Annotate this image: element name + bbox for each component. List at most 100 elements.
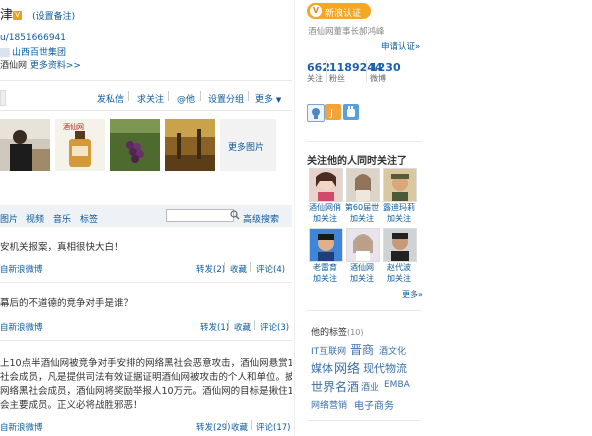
feed-item-3-line-1: 上10点半酒仙网被竞争对手安排的网络黑社会恶意攻击，酒仙网悬赏100 bbox=[0, 358, 292, 369]
divider bbox=[0, 340, 292, 341]
ask-follow-button[interactable]: 求关注 bbox=[137, 92, 164, 105]
follow-person-4-add[interactable]: 加关注 bbox=[305, 273, 345, 284]
photo-thumb-4[interactable] bbox=[165, 119, 215, 171]
feed-item-2-repost[interactable]: 转发(1) bbox=[200, 321, 229, 333]
feed-item-3-source[interactable]: 自新浪微博 bbox=[0, 421, 43, 433]
tags-title: 他的标签(10) bbox=[311, 325, 363, 338]
tag-link[interactable]: EMBA bbox=[384, 380, 410, 390]
more-people-link[interactable]: 更多» bbox=[402, 289, 423, 300]
photo-thumb-3[interactable] bbox=[110, 119, 160, 171]
divider bbox=[224, 262, 225, 272]
more-actions-label: 更多 bbox=[255, 95, 274, 105]
set-remark-link[interactable]: (设置备注) bbox=[32, 12, 75, 22]
feed-item-3-collect[interactable]: 收藏 bbox=[231, 421, 248, 433]
tag-link[interactable]: 电子商务 bbox=[354, 397, 394, 412]
advanced-search-link[interactable]: 高级搜索 bbox=[243, 212, 279, 225]
avatar[interactable] bbox=[383, 228, 417, 262]
follow-person-1-name[interactable]: 酒仙网俏 bbox=[305, 202, 345, 213]
tag-link[interactable]: 世界名酒 bbox=[311, 378, 359, 395]
feed-item-2-source[interactable]: 自新浪微博 bbox=[0, 321, 43, 333]
profile-url[interactable]: u/1851666941 bbox=[0, 33, 66, 43]
tag-link[interactable]: 网络营销 bbox=[311, 398, 347, 411]
more-info-link[interactable]: 更多资料>> bbox=[30, 61, 81, 71]
tab-tags[interactable]: 标签 bbox=[80, 212, 98, 225]
follow-person-2-add[interactable]: 加关注 bbox=[342, 213, 382, 224]
avatar[interactable] bbox=[346, 168, 380, 202]
feed-item-1-repost[interactable]: 转发(2) bbox=[196, 263, 225, 275]
feed-item-2-text: 幕后的不道德的竞争对手是谁？ bbox=[0, 298, 134, 309]
follow-person-6-add[interactable]: 加关注 bbox=[379, 273, 419, 284]
divider bbox=[168, 91, 169, 101]
tag-link[interactable]: 晋商 bbox=[350, 341, 374, 358]
follow-person-1-add[interactable]: 加关注 bbox=[305, 213, 345, 224]
sidebar: V 新浪认证 酒仙网董事长郝鸿峰 申请认证» 662 关注 1189244 粉丝… bbox=[298, 0, 592, 436]
feed-item-1-source[interactable]: 自新浪微博 bbox=[0, 263, 43, 275]
feed-item-1-text: 安机关报案，真相很快大白！ bbox=[0, 242, 124, 253]
company-icon bbox=[0, 48, 10, 57]
profile-company-row: 山西百世集团 bbox=[0, 45, 66, 58]
message-button[interactable]: 发私信 bbox=[97, 92, 124, 105]
photo-grapes-image bbox=[110, 119, 160, 171]
tag-link[interactable]: 现代物流 bbox=[363, 360, 407, 376]
divider bbox=[128, 91, 129, 101]
follow-person-5-name[interactable]: 酒仙网 bbox=[342, 262, 382, 273]
profile-intro: 酒仙网 bbox=[0, 61, 28, 71]
stat-following-label: 关注 bbox=[307, 74, 323, 83]
feed-item-2-comment[interactable]: 评论(3) bbox=[260, 321, 289, 333]
follow-person-4-name[interactable]: 老雷育 bbox=[305, 262, 345, 273]
profile-name-text: 津 bbox=[0, 8, 14, 23]
search-input[interactable] bbox=[166, 209, 234, 222]
photo-liquor-bottle-image: 酒仙网 bbox=[55, 119, 105, 171]
feed-item-3-line-4: 会主要成员。正义必将战胜邪恶！ bbox=[0, 400, 143, 411]
set-group-button[interactable]: 设置分组 bbox=[208, 92, 244, 105]
hand-icon[interactable] bbox=[343, 104, 359, 120]
tags-count: (10) bbox=[347, 328, 364, 337]
follow-person-3-name[interactable]: 露迪玛莉 bbox=[379, 202, 419, 213]
tag-link[interactable]: 酒文化 bbox=[379, 344, 406, 357]
divider bbox=[0, 80, 292, 81]
feed-item-3-comment[interactable]: 评论(17) bbox=[256, 421, 290, 433]
avatar[interactable] bbox=[309, 168, 343, 202]
profile-company[interactable]: 山西百世集团 bbox=[12, 48, 66, 58]
tag-link[interactable]: IT互联网 bbox=[311, 344, 346, 357]
column-divider bbox=[294, 0, 295, 436]
divider bbox=[366, 60, 367, 82]
photo-thumb-1[interactable] bbox=[0, 119, 50, 171]
follow-person-3-add[interactable]: 加关注 bbox=[379, 213, 419, 224]
avatar[interactable] bbox=[346, 228, 380, 262]
follow-person-6-name[interactable]: 赵代波 bbox=[379, 262, 419, 273]
divider bbox=[228, 320, 229, 330]
divider bbox=[307, 141, 422, 142]
mention-button[interactable]: @他 bbox=[177, 92, 195, 105]
tab-music[interactable]: 音乐 bbox=[53, 212, 71, 225]
tab-pictures[interactable]: 图片 bbox=[0, 212, 18, 225]
divider bbox=[326, 60, 327, 82]
photo-thumb-2[interactable]: 酒仙网 bbox=[55, 119, 105, 171]
apply-verify-link[interactable]: 申请认证» bbox=[381, 40, 420, 52]
left-edge-control[interactable] bbox=[0, 90, 6, 106]
divider bbox=[226, 420, 227, 430]
tab-videos[interactable]: 视频 bbox=[26, 212, 44, 225]
follow-person-5-add[interactable]: 加关注 bbox=[342, 273, 382, 284]
feed-item-1-comment[interactable]: 评论(4) bbox=[256, 263, 285, 275]
search-icon[interactable] bbox=[230, 209, 240, 221]
app-badge-icon[interactable]: Ј bbox=[325, 104, 341, 120]
medal-icon[interactable] bbox=[307, 104, 325, 122]
divider bbox=[307, 310, 422, 311]
avatar[interactable] bbox=[383, 168, 417, 202]
more-actions-button[interactable]: 更多 ▼ bbox=[255, 92, 281, 105]
tag-link[interactable]: 酒业 bbox=[361, 380, 379, 393]
follow-person-2-name[interactable]: 第60届世 bbox=[342, 202, 382, 213]
divider bbox=[200, 91, 201, 101]
divider bbox=[254, 320, 255, 330]
divider bbox=[250, 262, 251, 272]
tag-link[interactable]: 网络 bbox=[334, 358, 360, 377]
tag-link[interactable]: 媒体 bbox=[311, 360, 333, 376]
feed-item-3-line-3: 网络黑社会成员，酒仙网将奖励举报人10万元。酒仙网的目标是揪住10 bbox=[0, 386, 292, 397]
feed-item-1-collect[interactable]: 收藏 bbox=[230, 263, 247, 275]
more-pictures-button[interactable]: 更多图片 bbox=[220, 119, 276, 171]
profile-name: 津V (设置备注) bbox=[0, 4, 75, 23]
verify-badge[interactable]: V 新浪认证 bbox=[307, 3, 371, 19]
feed-item-2-collect[interactable]: 收藏 bbox=[234, 321, 251, 333]
avatar[interactable] bbox=[309, 228, 343, 262]
